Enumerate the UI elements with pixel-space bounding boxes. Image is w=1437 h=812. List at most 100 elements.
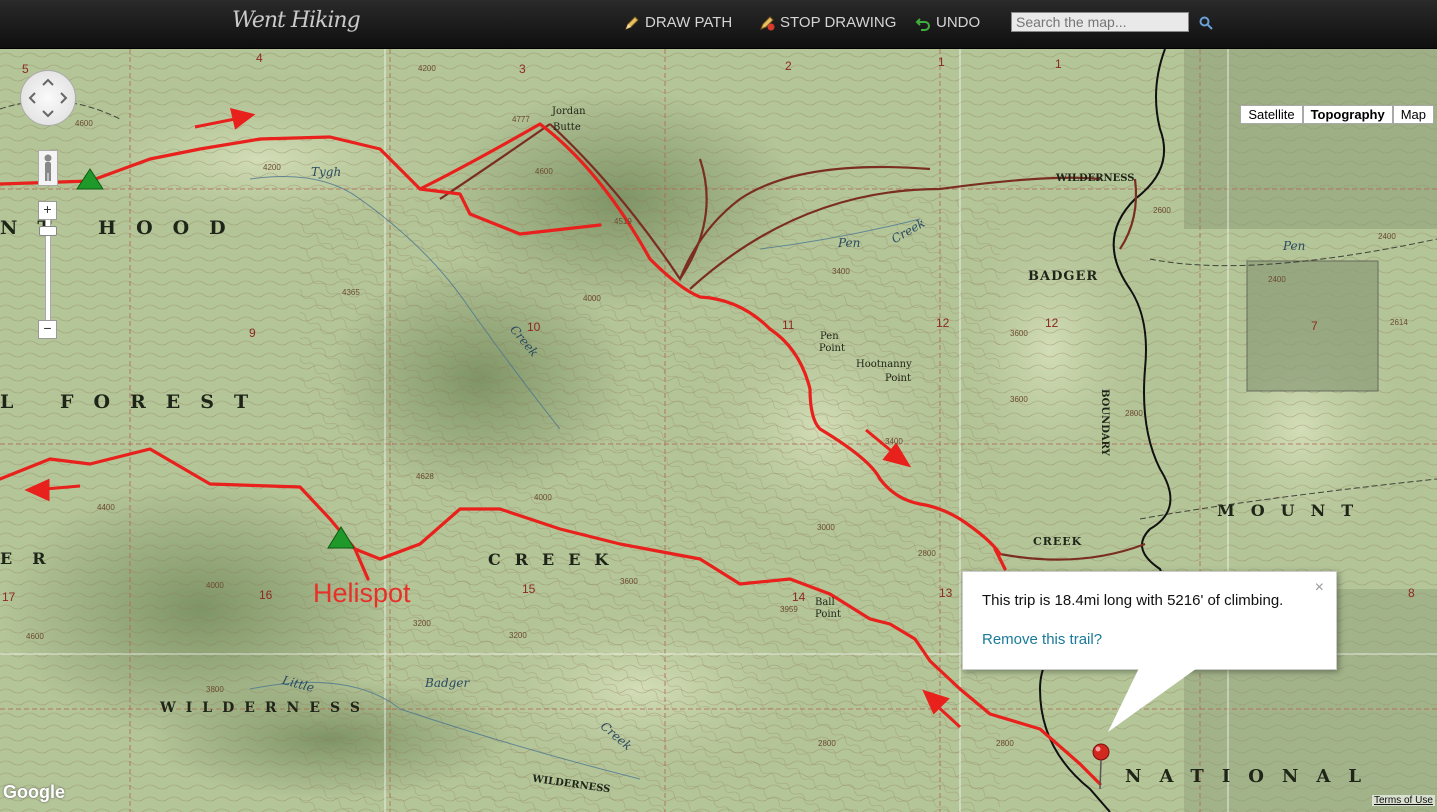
map-label-mount: MOUNT bbox=[1217, 501, 1370, 520]
contour-label: 2400 bbox=[1378, 232, 1396, 241]
contour-label: 2600 bbox=[1153, 206, 1171, 215]
map-label-boundary: BOUNDARY bbox=[1099, 389, 1110, 456]
section-number: 8 bbox=[1408, 586, 1415, 600]
contour-label: 4000 bbox=[583, 294, 601, 303]
draw-path-button[interactable]: DRAW PATH bbox=[624, 14, 732, 31]
trip-summary-text: This trip is 18.4mi long with 5216' of c… bbox=[982, 592, 1284, 609]
contour-label: 3400 bbox=[832, 267, 850, 276]
map-label-hootnanny: Hootnanny bbox=[856, 359, 912, 370]
contour-label: 4628 bbox=[416, 472, 434, 481]
contour-label: 3000 bbox=[817, 523, 835, 532]
trip-info-window: × This trip is 18.4mi long with 5216' of… bbox=[962, 571, 1337, 670]
section-number: 13 bbox=[939, 586, 953, 600]
zoom-out-button[interactable]: − bbox=[38, 320, 57, 339]
map-label-wilderness: WILDERNESS bbox=[160, 700, 370, 716]
map-label-ball: Ball bbox=[815, 597, 835, 608]
contour-label: 3800 bbox=[206, 685, 224, 694]
section-number: 7 bbox=[1311, 319, 1318, 333]
contour-label: 4777 bbox=[512, 115, 530, 124]
undo-icon bbox=[915, 17, 930, 31]
contour-label: 3200 bbox=[413, 619, 431, 628]
contour-label: 2800 bbox=[818, 739, 836, 748]
map-type-topography[interactable]: Topography bbox=[1302, 105, 1393, 124]
contour-label: 4600 bbox=[26, 632, 44, 641]
section-number: 14 bbox=[792, 590, 806, 604]
remove-trail-link[interactable]: Remove this trail? bbox=[982, 631, 1102, 648]
map-label-jordan: Jordan bbox=[552, 106, 586, 117]
contour-label: 4000 bbox=[534, 493, 552, 502]
map-label-pen-creek: Pen bbox=[838, 236, 861, 250]
info-window-tail bbox=[1108, 666, 1200, 732]
pencil-stop-icon bbox=[760, 15, 775, 30]
map-label-pen-point: Point bbox=[819, 343, 846, 354]
contour-label: 4365 bbox=[342, 288, 360, 297]
contour-label: 4000 bbox=[206, 581, 224, 590]
map-type-map[interactable]: Map bbox=[1392, 105, 1434, 124]
map-label-badger-creek: Badger bbox=[425, 676, 470, 690]
section-number: 1 bbox=[938, 55, 945, 69]
contour-label: 4600 bbox=[535, 167, 553, 176]
topographic-map[interactable]: NT HOOD L FOREST CREEK ER WILDERNESS MOU… bbox=[0, 49, 1437, 812]
map-label-pen-east: Pen bbox=[1283, 239, 1306, 253]
map-label-tygh: Tygh bbox=[311, 165, 342, 179]
pan-arrows-icon bbox=[28, 78, 68, 118]
map-label-hootnanny-point: Point bbox=[885, 373, 912, 384]
app-logo[interactable]: Went Hiking bbox=[232, 8, 361, 33]
contour-label: 3600 bbox=[620, 577, 638, 586]
contour-label: 2800 bbox=[1125, 409, 1143, 418]
contour-label: 2614 bbox=[1390, 318, 1408, 327]
pencil-icon bbox=[625, 15, 639, 30]
google-logo: Google bbox=[3, 782, 65, 802]
section-number: 10 bbox=[527, 320, 541, 334]
section-number: 11 bbox=[782, 318, 795, 332]
terms-of-use-link[interactable]: Terms of Use bbox=[1372, 795, 1435, 806]
map-label-creek: CREEK bbox=[488, 550, 623, 569]
map-search-input[interactable] bbox=[1011, 12, 1189, 32]
search-icon[interactable] bbox=[1199, 16, 1213, 30]
section-number: 16 bbox=[259, 588, 273, 602]
contour-label: 3400 bbox=[885, 437, 903, 446]
undo-label: UNDO bbox=[936, 14, 981, 31]
contour-label: 3600 bbox=[1010, 329, 1028, 338]
map-label-er: ER bbox=[0, 549, 66, 568]
helispot-annotation: Helispot bbox=[313, 578, 411, 608]
contour-label: 3959 bbox=[780, 605, 798, 614]
zoom-in-button[interactable]: + bbox=[38, 201, 57, 220]
contour-label: 3200 bbox=[509, 631, 527, 640]
section-number: 2 bbox=[785, 59, 792, 73]
pan-control[interactable] bbox=[20, 70, 76, 126]
section-number: 12 bbox=[1045, 316, 1059, 330]
section-number: 1 bbox=[1055, 57, 1062, 71]
section-number: 3 bbox=[519, 62, 526, 76]
map-type-satellite[interactable]: Satellite bbox=[1240, 105, 1303, 124]
contour-label: 4200 bbox=[418, 64, 436, 73]
section-number: 12 bbox=[936, 316, 950, 330]
contour-label: 2800 bbox=[918, 549, 936, 558]
contour-label: 3600 bbox=[1010, 395, 1028, 404]
stop-drawing-button[interactable]: STOP DRAWING bbox=[759, 14, 896, 31]
contour-label: 2400 bbox=[1268, 275, 1286, 284]
contour-label: 4519 bbox=[614, 217, 632, 226]
contour-label: 4600 bbox=[75, 119, 93, 128]
section-number: 15 bbox=[522, 582, 536, 596]
stop-drawing-label: STOP DRAWING bbox=[780, 14, 897, 31]
zoom-slider-handle[interactable] bbox=[39, 226, 57, 236]
map-label-mount-hood: NT HOOD bbox=[0, 217, 246, 239]
map-label-creek-small: CREEK bbox=[1033, 535, 1083, 548]
map-label-ball-point: Point bbox=[815, 609, 842, 620]
contour-label: 4400 bbox=[97, 503, 115, 512]
section-number: 4 bbox=[256, 51, 263, 65]
street-view-pegman-icon[interactable] bbox=[38, 150, 58, 186]
draw-path-label: DRAW PATH bbox=[645, 14, 733, 31]
map-label-butte: Butte bbox=[553, 122, 581, 133]
top-toolbar: Went Hiking DRAW PATH STOP DRAWING UNDO bbox=[0, 0, 1437, 49]
contour-label: 2800 bbox=[996, 739, 1014, 748]
map-label-national: NATIONAL bbox=[1125, 766, 1380, 787]
close-icon[interactable]: × bbox=[1315, 579, 1324, 597]
contour-label: 4200 bbox=[263, 163, 281, 172]
map-label-national-forest: L FOREST bbox=[0, 391, 269, 413]
section-number: 9 bbox=[249, 326, 256, 340]
map-label-badger: BADGER bbox=[1028, 269, 1099, 284]
undo-button[interactable]: UNDO bbox=[915, 14, 980, 31]
section-number: 17 bbox=[2, 590, 16, 604]
